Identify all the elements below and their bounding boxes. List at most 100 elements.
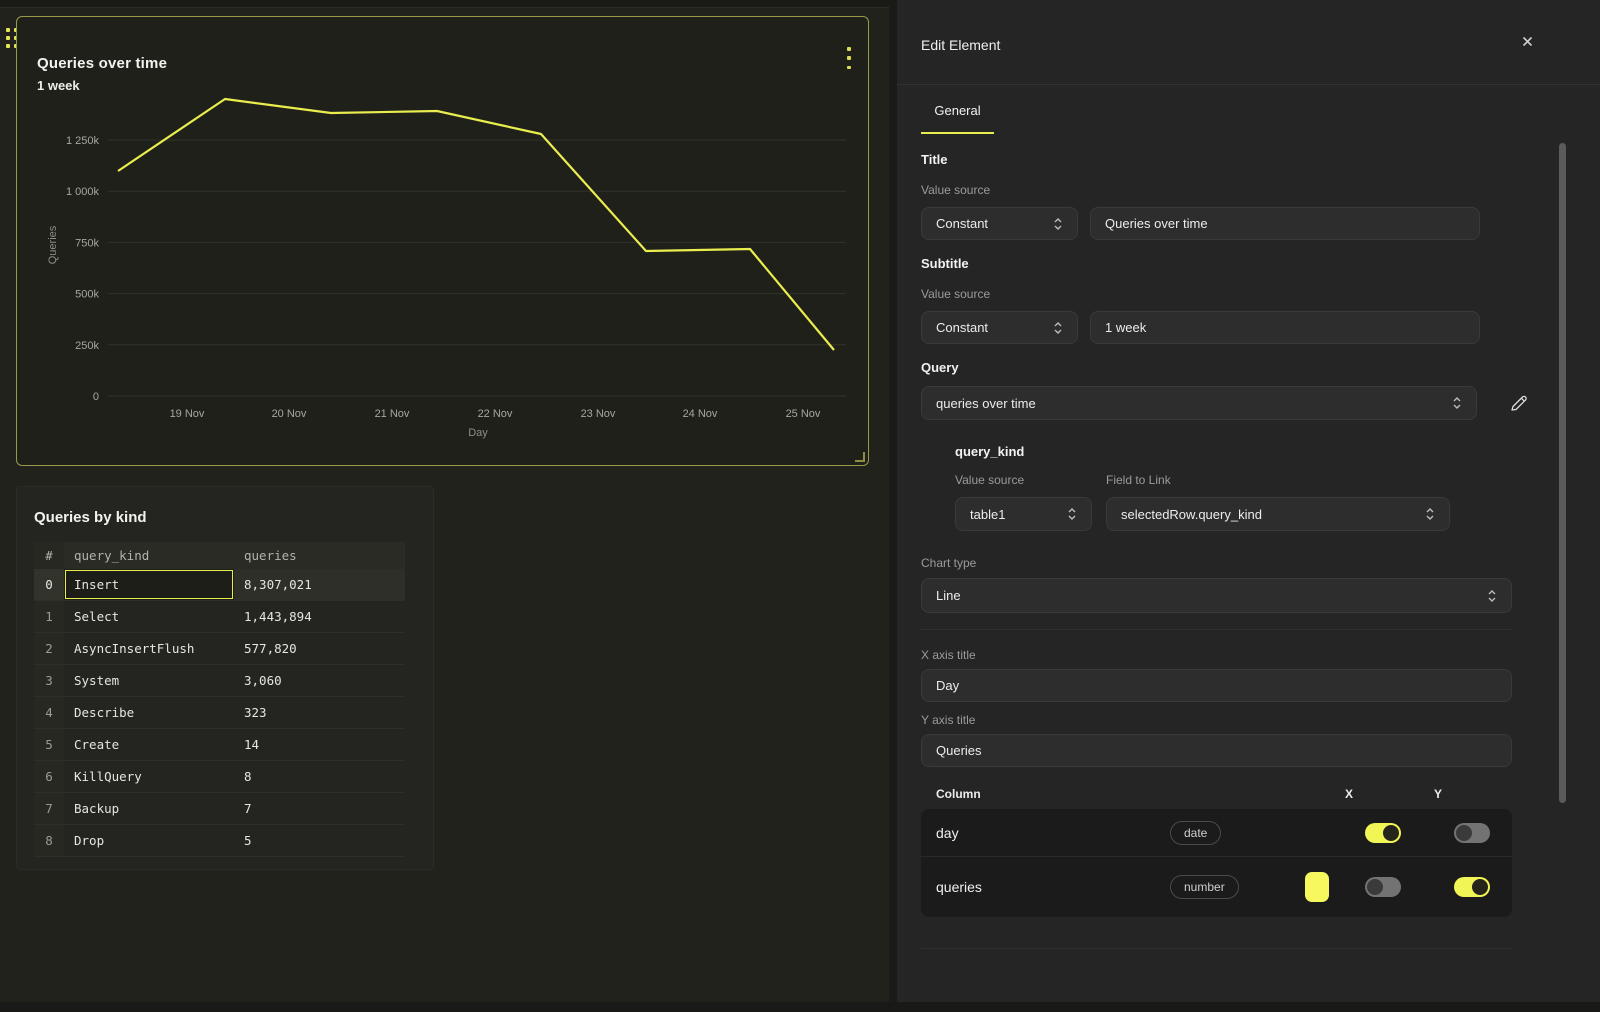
row-index-cell[interactable]: 8	[34, 825, 64, 856]
query-kind-cell[interactable]: Select	[64, 601, 234, 632]
table-row[interactable]: 6KillQuery8	[34, 761, 405, 793]
query-select-value: queries over time	[936, 396, 1444, 411]
table-row[interactable]: 2AsyncInsertFlush577,820	[34, 633, 405, 665]
queries-count-cell[interactable]: 323	[234, 697, 405, 728]
query-kind-cell[interactable]: Insert	[64, 569, 234, 600]
y-axis-toggle[interactable]	[1454, 823, 1490, 843]
row-index-cell[interactable]: 4	[34, 697, 64, 728]
title-source-select[interactable]: Constant	[921, 207, 1078, 240]
query-kind-cell[interactable]: Create	[64, 729, 234, 760]
toggle-knob	[1456, 825, 1472, 841]
query-select[interactable]: queries over time	[921, 386, 1477, 420]
query-kind-heading: query_kind	[955, 444, 1024, 459]
query-kind-cell[interactable]: AsyncInsertFlush	[64, 633, 234, 664]
subtitle-value-input[interactable]	[1090, 311, 1480, 344]
subtitle-section-heading: Subtitle	[921, 256, 969, 271]
x-axis-title-input[interactable]	[921, 669, 1512, 702]
window-bottom-strip	[0, 1002, 1600, 1012]
y-axis-title-input[interactable]	[921, 734, 1512, 767]
series-color-swatch[interactable]	[1305, 872, 1329, 902]
columns-header-y: Y	[1434, 787, 1442, 801]
query-kind-source-label: Value source	[955, 473, 1024, 487]
y-tick-label: 750k	[75, 237, 99, 249]
chart-line-queries	[118, 99, 834, 350]
row-index-cell[interactable]: 5	[34, 729, 64, 760]
query-kind-cell[interactable]: System	[64, 665, 234, 696]
queries-count-cell[interactable]: 577,820	[234, 633, 405, 664]
x-tick-label: 24 Nov	[683, 408, 718, 420]
queries-count-cell[interactable]: 14	[234, 729, 405, 760]
row-index-cell[interactable]: 7	[34, 793, 64, 824]
toggle-knob	[1383, 825, 1399, 841]
query-kind-source-value: table1	[970, 507, 1059, 522]
queries-count-cell[interactable]: 7	[234, 793, 405, 824]
subtitle-source-select[interactable]: Constant	[921, 311, 1078, 344]
chart-type-value: Line	[936, 588, 1479, 603]
x-tick-label: 20 Nov	[272, 408, 307, 420]
column-name: day	[936, 825, 959, 841]
row-index-cell[interactable]: 6	[34, 761, 64, 792]
title-value-source-label: Value source	[921, 183, 990, 197]
x-axis-toggle[interactable]	[1365, 823, 1401, 843]
y-tick-label: 1 000k	[66, 186, 100, 198]
resize-handle[interactable]	[855, 452, 865, 462]
x-tick-label: 25 Nov	[786, 408, 821, 420]
panel-divider	[889, 0, 897, 1012]
x-tick-label: 19 Nov	[170, 408, 205, 420]
query-kind-source-select[interactable]: table1	[955, 497, 1092, 531]
subtitle-value-source-label: Value source	[921, 287, 990, 301]
field-to-link-label: Field to Link	[1106, 473, 1171, 487]
columns-header-x: X	[1345, 787, 1353, 801]
table-row[interactable]: 3System3,060	[34, 665, 405, 697]
row-index-cell[interactable]: 1	[34, 601, 64, 632]
queries-count-cell[interactable]: 8	[234, 761, 405, 792]
x-tick-label: 22 Nov	[478, 408, 513, 420]
row-index-cell[interactable]: 2	[34, 633, 64, 664]
table-element-queries-by-kind[interactable]: Queries by kind # query_kind queries 0In…	[16, 486, 434, 870]
table-row[interactable]: 0Insert8,307,021	[34, 569, 405, 601]
chart-type-select[interactable]: Line	[921, 578, 1512, 613]
table-row[interactable]: 5Create14	[34, 729, 405, 761]
type-badge: number	[1170, 875, 1239, 899]
panel-scrollbar[interactable]	[1559, 143, 1566, 803]
section-divider	[921, 948, 1512, 949]
field-to-link-select[interactable]: selectedRow.query_kind	[1106, 497, 1450, 531]
row-index-cell[interactable]: 3	[34, 665, 64, 696]
x-axis-label: Day	[468, 427, 488, 439]
query-kind-cell[interactable]: Drop	[64, 825, 234, 856]
title-source-value: Constant	[936, 216, 1045, 231]
x-tick-label: 21 Nov	[375, 408, 410, 420]
tab-general[interactable]: General	[921, 103, 994, 134]
table-row[interactable]: 1Select1,443,894	[34, 601, 405, 633]
query-kind-cell[interactable]: KillQuery	[64, 761, 234, 792]
section-divider	[921, 629, 1512, 630]
table-header-row: # query_kind queries	[34, 542, 405, 569]
close-icon[interactable]	[1517, 33, 1537, 53]
col-header-index: #	[34, 542, 64, 569]
table-row[interactable]: 8Drop5	[34, 825, 405, 857]
queries-count-cell[interactable]: 5	[234, 825, 405, 856]
row-index-cell[interactable]: 0	[34, 569, 64, 600]
queries-count-cell[interactable]: 3,060	[234, 665, 405, 696]
y-tick-label: 250k	[75, 340, 99, 352]
queries-count-cell[interactable]: 8,307,021	[234, 569, 405, 600]
table-row[interactable]: 7Backup7	[34, 793, 405, 825]
chart-element-queries-over-time[interactable]: Queries over time 1 week 0250k500k750k1 …	[16, 16, 869, 466]
query-kind-cell[interactable]: Backup	[64, 793, 234, 824]
queries-count-cell[interactable]: 1,443,894	[234, 601, 405, 632]
title-value-input[interactable]	[1090, 207, 1480, 240]
edit-query-pencil-icon[interactable]	[1509, 394, 1529, 414]
line-chart: 0250k500k750k1 000k1 250k19 Nov20 Nov21 …	[17, 17, 868, 465]
toggle-knob	[1367, 879, 1383, 895]
field-to-link-value: selectedRow.query_kind	[1121, 507, 1417, 522]
y-axis-toggle[interactable]	[1454, 877, 1490, 897]
table-row[interactable]: 4Describe323	[34, 697, 405, 729]
y-tick-label: 0	[93, 391, 99, 403]
toggle-knob	[1472, 879, 1488, 895]
columns-header-column: Column	[936, 787, 981, 801]
panel-title: Edit Element	[921, 37, 1000, 53]
x-axis-toggle[interactable]	[1365, 877, 1401, 897]
x-axis-title-label: X axis title	[921, 648, 976, 662]
chevron-updown-icon	[1487, 589, 1497, 603]
query-kind-cell[interactable]: Describe	[64, 697, 234, 728]
